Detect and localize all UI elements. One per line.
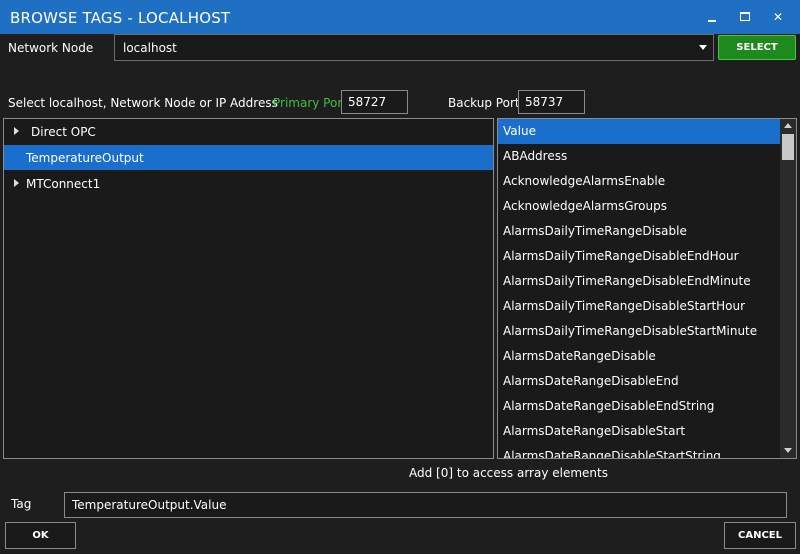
primary-port-label: Primary Port xyxy=(273,96,347,110)
list-item[interactable]: AcknowledgeAlarmsGroups xyxy=(498,194,780,219)
tag-input[interactable]: TemperatureOutput.Value xyxy=(64,492,787,518)
list-item[interactable]: Value xyxy=(498,119,780,144)
title-bar: BROWSE TAGS - LOCALHOST ✕ xyxy=(0,0,800,34)
list-item[interactable]: AlarmsDailyTimeRangeDisableEndHour xyxy=(498,244,780,269)
minimize-button[interactable] xyxy=(700,5,724,29)
list-item-label: AlarmsDateRangeDisableEndString xyxy=(503,399,715,413)
array-hint: Add [0] to access array elements xyxy=(409,466,608,480)
list-item-label: AlarmsDailyTimeRangeDisable xyxy=(503,224,687,238)
tag-label: Tag xyxy=(11,497,32,511)
chevron-down-icon xyxy=(699,45,707,50)
list-item-label: AlarmsDailyTimeRangeDisableStartHour xyxy=(503,299,746,313)
scroll-down-icon[interactable] xyxy=(784,448,792,453)
tag-tree[interactable]: Direct OPC TemperatureOutput MTConnect1 xyxy=(3,118,494,459)
backup-port-input[interactable]: 58737 xyxy=(518,90,585,114)
close-icon: ✕ xyxy=(772,10,784,24)
close-button[interactable]: ✕ xyxy=(766,5,790,29)
list-item[interactable]: AcknowledgeAlarmsEnable xyxy=(498,169,780,194)
list-item-label: AlarmsDateRangeDisableStart xyxy=(503,424,686,438)
network-node-dropdown[interactable]: localhost xyxy=(114,34,714,61)
backup-port-label: Backup Port xyxy=(448,96,520,110)
list-item[interactable]: AlarmsDateRangeDisableStartString xyxy=(498,444,780,459)
hint-text: Select localhost, Network Node or IP Add… xyxy=(8,96,278,110)
list-item-label: AlarmsDateRangeDisableEnd xyxy=(503,374,679,388)
list-item[interactable]: AlarmsDailyTimeRangeDisableEndMinute xyxy=(498,269,780,294)
list-item-label: AcknowledgeAlarmsGroups xyxy=(503,199,667,213)
list-item[interactable]: AlarmsDateRangeDisableEndString xyxy=(498,394,780,419)
expand-arrow-icon[interactable] xyxy=(14,127,19,135)
list-item-label: AlarmsDateRangeDisable xyxy=(503,349,656,363)
list-item-label: AlarmsDailyTimeRangeDisableEndMinute xyxy=(503,274,751,288)
vertical-scrollbar[interactable] xyxy=(780,119,796,458)
cancel-button[interactable]: CANCEL xyxy=(724,522,796,549)
network-node-value: localhost xyxy=(123,41,177,55)
select-button[interactable]: SELECT xyxy=(718,35,796,60)
ok-button[interactable]: OK xyxy=(5,522,76,549)
maximize-button[interactable] xyxy=(733,5,757,29)
list-item[interactable]: AlarmsDateRangeDisableEnd xyxy=(498,369,780,394)
list-item[interactable]: AlarmsDateRangeDisable xyxy=(498,344,780,369)
list-item[interactable]: AlarmsDateRangeDisableStart xyxy=(498,419,780,444)
tree-item-temperatureoutput[interactable]: TemperatureOutput xyxy=(4,145,493,170)
window-title: BROWSE TAGS - LOCALHOST xyxy=(10,9,231,27)
tree-item-label: Direct OPC xyxy=(31,125,96,139)
list-item[interactable]: AlarmsDailyTimeRangeDisableStartMinute xyxy=(498,319,780,344)
scrollbar-thumb[interactable] xyxy=(782,134,794,160)
scroll-up-icon[interactable] xyxy=(784,123,792,128)
minimize-icon xyxy=(708,20,716,22)
expand-arrow-icon[interactable] xyxy=(14,179,19,187)
list-item-label: ABAddress xyxy=(503,149,568,163)
list-item-label: AcknowledgeAlarmsEnable xyxy=(503,174,666,188)
list-item[interactable]: AlarmsDailyTimeRangeDisableStartHour xyxy=(498,294,780,319)
maximize-icon xyxy=(740,12,750,21)
list-item-label: AlarmsDateRangeDisableStartString xyxy=(503,449,721,459)
list-item-label: AlarmsDailyTimeRangeDisableEndHour xyxy=(503,249,739,263)
tree-item-direct-opc[interactable]: Direct OPC xyxy=(4,119,493,144)
list-item-label: Value xyxy=(503,124,536,138)
primary-port-input[interactable]: 58727 xyxy=(341,90,408,114)
tree-item-label: TemperatureOutput xyxy=(26,151,144,165)
list-item[interactable]: ABAddress xyxy=(498,144,780,169)
network-node-label: Network Node xyxy=(8,41,94,55)
list-item[interactable]: AlarmsDailyTimeRangeDisable xyxy=(498,219,780,244)
tree-item-mtconnect1[interactable]: MTConnect1 xyxy=(4,171,493,196)
list-item-label: AlarmsDailyTimeRangeDisableStartMinute xyxy=(503,324,758,338)
property-list[interactable]: Value ABAddress AcknowledgeAlarmsEnable … xyxy=(497,118,797,459)
tree-item-label: MTConnect1 xyxy=(26,177,101,191)
